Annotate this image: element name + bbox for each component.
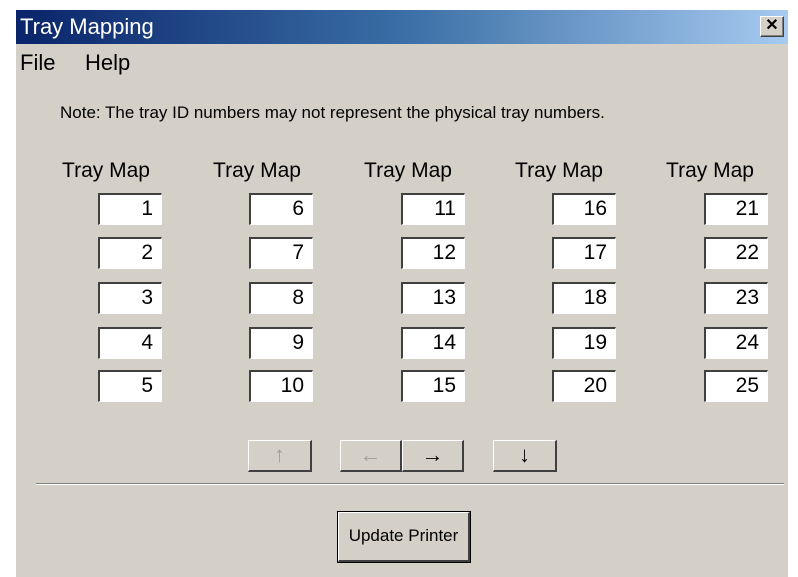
move-up-button[interactable]: ↑ (248, 440, 312, 472)
close-button[interactable]: ✕ (760, 16, 784, 37)
arrow-left-icon: ← (359, 442, 382, 467)
tray-map-field[interactable]: 6 (249, 193, 313, 225)
tray-map-field[interactable]: 2 (98, 237, 162, 269)
note-text: Note: The tray ID numbers may not repres… (60, 103, 605, 122)
window-title: Tray Mapping (20, 14, 154, 39)
tray-map-field[interactable]: 22 (704, 237, 768, 269)
tray-map-field[interactable]: 1 (98, 193, 162, 225)
move-right-button[interactable]: → (402, 440, 464, 472)
close-icon: ✕ (765, 17, 779, 34)
tray-map-field[interactable]: 8 (249, 282, 313, 314)
update-printer-button[interactable]: Update Printer (337, 511, 471, 563)
title-bar[interactable]: Tray Mapping ✕ (16, 10, 788, 44)
tray-map-field[interactable]: 19 (552, 327, 616, 359)
separator-line (36, 483, 784, 485)
tray-map-field[interactable]: 5 (98, 370, 162, 402)
tray-map-field[interactable]: 16 (552, 193, 616, 225)
menu-bar: File Help (16, 50, 788, 78)
tray-map-field[interactable]: 23 (704, 282, 768, 314)
tray-map-field[interactable]: 21 (704, 193, 768, 225)
tray-map-field[interactable]: 17 (552, 237, 616, 269)
tray-map-field[interactable]: 15 (401, 370, 465, 402)
arrow-up-icon: ↑ (274, 442, 285, 467)
tray-map-field[interactable]: 10 (249, 370, 313, 402)
menu-help[interactable]: Help (85, 50, 130, 76)
menu-file[interactable]: File (20, 50, 55, 76)
tray-map-header-5: Tray Map (666, 159, 754, 182)
tray-map-field[interactable]: 14 (401, 327, 465, 359)
tray-map-field[interactable]: 18 (552, 282, 616, 314)
move-left-button[interactable]: ← (340, 440, 402, 472)
tray-map-field[interactable]: 9 (249, 327, 313, 359)
arrow-down-icon: ↓ (519, 442, 530, 467)
tray-map-field[interactable]: 11 (401, 193, 465, 225)
tray-map-field[interactable]: 24 (704, 327, 768, 359)
tray-map-header-3: Tray Map (364, 159, 452, 182)
tray-map-header-4: Tray Map (515, 159, 603, 182)
tray-map-field[interactable]: 20 (552, 370, 616, 402)
tray-mapping-window: Tray Mapping ✕ File Help Note: The tray … (16, 10, 788, 577)
tray-map-field[interactable]: 4 (98, 327, 162, 359)
tray-map-header-2: Tray Map (213, 159, 301, 182)
move-down-button[interactable]: ↓ (493, 440, 557, 472)
tray-map-field[interactable]: 12 (401, 237, 465, 269)
tray-map-field[interactable]: 3 (98, 282, 162, 314)
tray-map-field[interactable]: 7 (249, 237, 313, 269)
tray-map-field[interactable]: 25 (704, 370, 768, 402)
arrow-right-icon: → (421, 442, 444, 467)
tray-map-field[interactable]: 13 (401, 282, 465, 314)
tray-map-header-1: Tray Map (62, 159, 150, 182)
